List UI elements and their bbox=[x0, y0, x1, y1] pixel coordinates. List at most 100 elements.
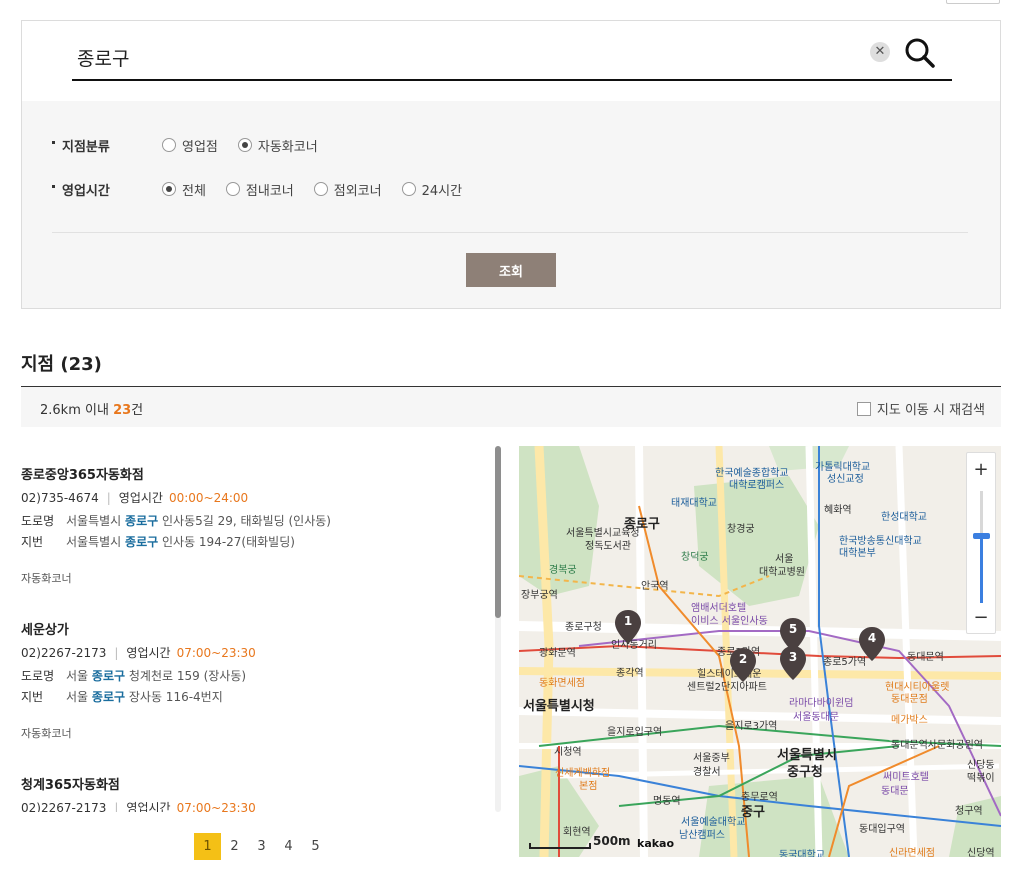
map-label: 본점 bbox=[579, 781, 598, 792]
results-count-number: 23 bbox=[113, 403, 132, 418]
results-count: 2.6km 이내 23건 bbox=[40, 399, 143, 418]
radio-branch-office[interactable]: 영업점 bbox=[162, 136, 218, 155]
hours-label: 영업시간 bbox=[118, 491, 163, 505]
map-label: 성신교정 bbox=[827, 474, 864, 485]
checkbox-icon bbox=[856, 401, 871, 416]
radio-icon bbox=[225, 182, 240, 196]
map-marker-5[interactable]: 5 bbox=[780, 618, 806, 652]
search-button[interactable] bbox=[902, 35, 938, 71]
marker-number: 1 bbox=[623, 614, 633, 628]
page-5[interactable]: 5 bbox=[302, 833, 329, 860]
map-brand-logo: kakao bbox=[637, 837, 675, 850]
map-marker-2[interactable]: 2 bbox=[730, 648, 756, 682]
map-label: 창덕궁 bbox=[681, 552, 709, 563]
page-3[interactable]: 3 bbox=[248, 833, 275, 860]
map-label: 라마다바이윈덤 bbox=[789, 698, 854, 709]
radio-label: 자동화코너 bbox=[257, 139, 318, 155]
branch-list: 종로중앙365자동화점 02)735-4674 | 영업시간 00:00~24:… bbox=[21, 446, 501, 812]
results-title: 지점 (23) bbox=[21, 354, 102, 375]
map-label: 서울특별시청 bbox=[523, 699, 595, 714]
map-label: 시청역 bbox=[554, 747, 582, 758]
map-label: 경찰서 bbox=[693, 767, 721, 778]
lot-address-prefix: 서울 bbox=[66, 690, 89, 704]
map-scale-bar bbox=[529, 843, 591, 849]
zoom-out-button[interactable]: − bbox=[967, 603, 995, 633]
lot-address: 지번 서울 종로구 장사동 116-4번지 bbox=[21, 688, 471, 705]
branch-type: 자동화코너 bbox=[21, 572, 72, 585]
map-label: 동대문점 bbox=[891, 694, 928, 705]
branch-contact: 02)2267-2173 | 영업시간 07:00~23:30 bbox=[21, 799, 471, 813]
road-address-label: 도로명 bbox=[21, 669, 55, 683]
radio-hours-inside[interactable]: 점내코너 bbox=[225, 180, 294, 199]
research-on-map-move-checkbox[interactable]: 지도 이동 시 재검색 bbox=[856, 399, 985, 418]
map-label: 한성대학교 bbox=[881, 512, 927, 523]
marker-number: 5 bbox=[788, 622, 798, 636]
branch-phone: 02)2267-2173 bbox=[21, 645, 107, 660]
results-count-suffix: 건 bbox=[131, 403, 144, 418]
zoom-in-button[interactable]: + bbox=[967, 455, 995, 485]
filter-hours: 영업시간 전체 점내코너 점외코너 24시간 bbox=[52, 179, 482, 199]
top-utility bbox=[920, 0, 1000, 6]
list-item[interactable]: 청계365자동화점 02)2267-2173 | 영업시간 07:00~23:3… bbox=[21, 774, 471, 812]
map[interactable]: 한국예술종합학교 대학로캠퍼스 가톨릭대학교 성신교정 태재대학교 혜화역 한성… bbox=[519, 446, 1001, 857]
map-label: 서울동대문 bbox=[793, 712, 839, 723]
hours-label: 영업시간 bbox=[126, 801, 171, 812]
road-address-district: 종로구 bbox=[125, 514, 159, 528]
query-button[interactable]: 조회 bbox=[466, 253, 556, 287]
zoom-slider-fill bbox=[980, 537, 983, 603]
branch-contact: 02)735-4674 | 영업시간 00:00~24:00 bbox=[21, 489, 471, 506]
list-item[interactable]: 세운상가 02)2267-2173 | 영업시간 07:00~23:30 도로명… bbox=[21, 619, 471, 741]
clear-search-button[interactable]: ✕ bbox=[870, 42, 890, 62]
map-label: 태재대학교 bbox=[671, 498, 717, 509]
panel-divider bbox=[52, 232, 968, 233]
page-1[interactable]: 1 bbox=[194, 833, 221, 860]
road-address-district: 종로구 bbox=[91, 669, 126, 683]
radio-atm-corner[interactable]: 자동화코너 bbox=[237, 136, 318, 155]
map-label: 동대문역사문화공원역 bbox=[891, 740, 983, 751]
search-panel: ✕ 지점분류 영업점 자동화코너 영업시간 전체 점내코너 bbox=[21, 20, 1001, 309]
radio-label: 영업점 bbox=[182, 139, 218, 155]
map-label: 명동역 bbox=[653, 796, 681, 807]
map-label: 동국대학교 bbox=[779, 850, 825, 857]
map-label: 안국역 bbox=[641, 581, 669, 592]
map-label: 대학본부 bbox=[839, 548, 876, 559]
research-label: 지도 이동 시 재검색 bbox=[876, 403, 985, 418]
road-address-rest: 청계천로 159 (장사동) bbox=[128, 669, 247, 683]
map-label: 대학교병원 bbox=[759, 567, 805, 578]
search-input[interactable] bbox=[77, 39, 837, 75]
branch-hours: 07:00~23:30 bbox=[176, 800, 256, 813]
filter-hours-label: 영업시간 bbox=[52, 180, 162, 199]
list-scrollbar-thumb[interactable] bbox=[495, 446, 501, 618]
top-utility-box[interactable] bbox=[946, 0, 1000, 4]
map-label: 혜화역 bbox=[824, 505, 852, 516]
results-bar: 2.6km 이내 23건 지도 이동 시 재검색 bbox=[21, 386, 1001, 427]
map-label: 장부궁역 bbox=[521, 590, 558, 601]
radio-label: 점외코너 bbox=[333, 183, 382, 199]
separator: | bbox=[106, 490, 111, 505]
marker-number: 4 bbox=[867, 631, 877, 645]
radio-hours-outside[interactable]: 점외코너 bbox=[313, 180, 382, 199]
branch-name[interactable]: 종로중앙365자동화점 bbox=[21, 464, 471, 483]
map-label: 을지로3가역 bbox=[725, 721, 778, 732]
map-label: 광화문역 bbox=[539, 648, 576, 659]
map-marker-4[interactable]: 4 bbox=[859, 627, 885, 661]
radio-label: 점내코너 bbox=[245, 183, 294, 199]
pagination: 1 2 3 4 5 bbox=[194, 833, 329, 860]
map-label: 신당역 bbox=[967, 848, 995, 857]
page-4[interactable]: 4 bbox=[275, 833, 302, 860]
radio-hours-all[interactable]: 전체 bbox=[162, 180, 206, 199]
page-2[interactable]: 2 bbox=[221, 833, 248, 860]
radio-hours-24h[interactable]: 24시간 bbox=[401, 180, 462, 199]
map-label: 동대문역 bbox=[907, 652, 944, 663]
results-range: 2.6km 이내 bbox=[40, 403, 109, 418]
list-item[interactable]: 종로중앙365자동화점 02)735-4674 | 영업시간 00:00~24:… bbox=[21, 464, 471, 586]
map-label: 메가박스 bbox=[891, 715, 928, 726]
branch-name[interactable]: 세운상가 bbox=[21, 619, 471, 638]
branch-name[interactable]: 청계365자동화점 bbox=[21, 774, 471, 793]
branch-phone: 02)2267-2173 bbox=[21, 800, 107, 813]
radio-label: 전체 bbox=[182, 183, 206, 199]
map-marker-1[interactable]: 1 bbox=[615, 610, 641, 644]
road-address: 도로명 서울 종로구 청계천로 159 (장사동) bbox=[21, 667, 471, 684]
search-underline bbox=[72, 79, 952, 81]
zoom-slider-handle[interactable] bbox=[973, 533, 990, 539]
